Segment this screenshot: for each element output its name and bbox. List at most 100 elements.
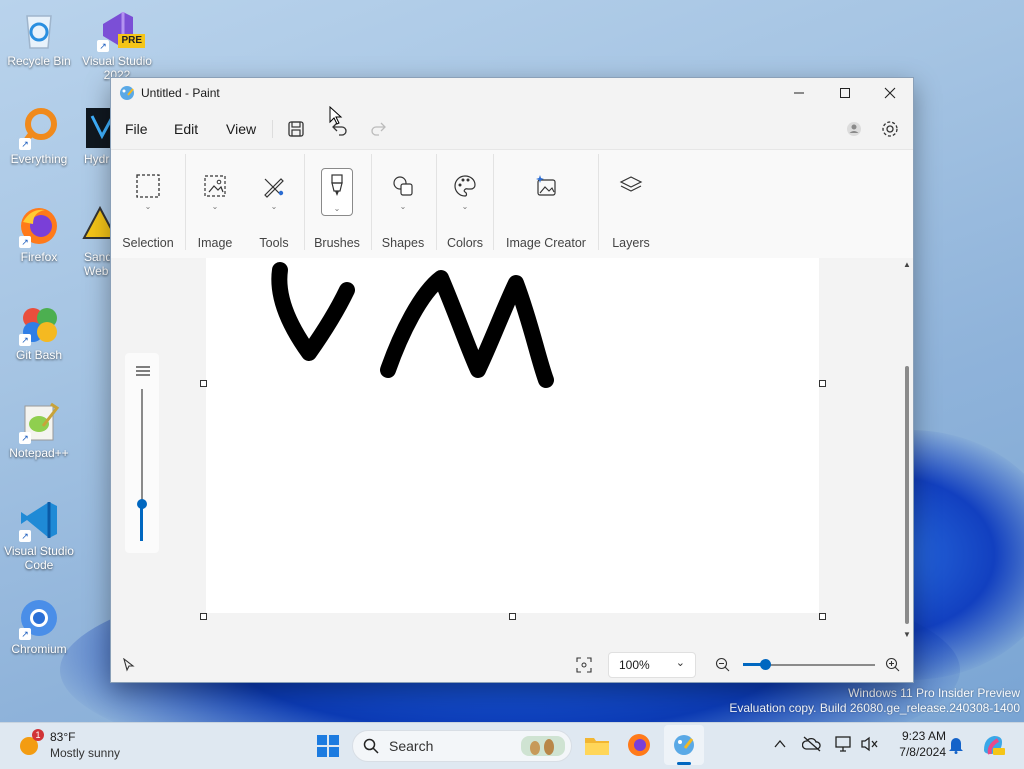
zoom-slider-thumb[interactable]	[760, 659, 771, 670]
scroll-thumb[interactable]	[905, 366, 909, 624]
drawing-canvas[interactable]	[206, 258, 819, 613]
ribbon-group-brushes[interactable]: ⌄ Brushes	[305, 150, 369, 258]
shortcut-arrow-icon: ↗	[97, 40, 109, 52]
desktop-icon-notepad-plus-plus[interactable]: ↗ Notepad++	[0, 400, 78, 460]
desktop-icon-hydra[interactable]: Hydr	[78, 106, 112, 166]
windows-start-icon[interactable]	[316, 734, 340, 761]
account-icon[interactable]	[843, 118, 865, 140]
ribbon-group-image[interactable]: ⌄ Image	[186, 150, 244, 258]
copilot-icon[interactable]	[980, 732, 1006, 761]
active-app-indicator	[677, 762, 691, 765]
color-palette-icon	[451, 172, 479, 200]
selection-rectangle-icon	[134, 172, 162, 200]
desktop-icon-vscode[interactable]: ↗ Visual Studio Code	[0, 498, 78, 572]
chevron-down-icon: ⌄	[461, 202, 469, 211]
scroll-down-arrow[interactable]: ▼	[903, 630, 911, 639]
desktop-icon-sandbox[interactable]: Sand Web	[78, 204, 112, 278]
clock[interactable]: 9:23 AM 7/8/2024	[888, 728, 946, 760]
save-icon[interactable]	[285, 118, 307, 140]
shortcut-arrow-icon: ↗	[19, 628, 31, 640]
menu-separator	[272, 120, 273, 138]
desktop-icon-recycle-bin[interactable]: Recycle Bin	[0, 8, 78, 68]
ribbon-label-layers: Layers	[612, 236, 650, 250]
ribbon-group-tools[interactable]: ⌄ Tools	[244, 150, 304, 258]
resize-handle[interactable]	[819, 380, 826, 387]
ribbon-group-shapes[interactable]: ⌄ Shapes	[372, 150, 434, 258]
zoom-select[interactable]: 100% ⌄	[608, 652, 696, 678]
menu-edit[interactable]: Edit	[174, 121, 198, 137]
sandbox-icon	[78, 204, 112, 248]
desktop-icon-chromium[interactable]: ↗ Chromium	[0, 596, 78, 656]
ribbon-group-image-creator[interactable]: Image Creator	[494, 150, 598, 258]
notification-bell-icon[interactable]	[948, 736, 964, 757]
resize-handle[interactable]	[509, 613, 516, 620]
desktop-icon-label: Sand Web	[84, 250, 112, 278]
ribbon-group-layers[interactable]: Layers	[599, 150, 663, 258]
network-icon[interactable]	[835, 736, 853, 755]
desktop-icon-everything[interactable]: ↗ Everything	[0, 106, 78, 166]
fit-to-window-icon[interactable]	[576, 657, 592, 676]
desktop-icon-visual-studio[interactable]: ↗ PRE Visual Studio 2022	[78, 8, 156, 82]
desktop-icon-label: Git Bash	[15, 348, 63, 362]
image-creator-sparkle-icon	[532, 172, 560, 200]
close-button[interactable]	[867, 78, 913, 108]
pencil-tools-icon	[260, 172, 288, 200]
weather-condition: Mostly sunny	[50, 746, 121, 760]
brush-icon	[323, 172, 351, 200]
zoom-value: 100%	[619, 658, 650, 672]
stroke-v	[271, 262, 355, 361]
chevron-up-icon[interactable]	[774, 738, 786, 752]
search-icon	[363, 738, 379, 757]
brush-size-slider[interactable]	[125, 353, 159, 553]
desktop-icon-label: Recycle Bin	[7, 54, 71, 68]
firefox-taskbar-icon[interactable]	[627, 733, 651, 760]
cursor-position-icon	[123, 657, 135, 675]
brush-size-lines-icon	[135, 365, 151, 380]
settings-gear-icon[interactable]	[879, 118, 901, 140]
shortcut-arrow-icon: ↗	[19, 236, 31, 248]
resize-handle[interactable]	[200, 613, 207, 620]
shapes-icon	[389, 172, 417, 200]
taskbar: 1 83°F Mostly sunny Search 9:23 AM 7/8/2…	[0, 722, 1024, 769]
zoom-slider[interactable]	[743, 659, 875, 671]
slider-track	[141, 389, 143, 501]
maximize-button[interactable]	[822, 78, 868, 108]
ribbon-label-shapes: Shapes	[381, 236, 425, 250]
git-bash-icon: ↗	[17, 302, 61, 346]
ribbon-group-selection[interactable]: ⌄ Selection	[111, 150, 185, 258]
scroll-up-arrow[interactable]: ▲	[903, 260, 911, 269]
zoom-out-icon[interactable]	[715, 657, 731, 676]
taskbar-search-box[interactable]: Search	[352, 730, 572, 762]
ribbon-group-colors[interactable]: ⌄ Colors	[437, 150, 493, 258]
windows-watermark-line2: Evaluation copy. Build 26080.ge_release.…	[729, 701, 1020, 715]
resize-handle[interactable]	[819, 613, 826, 620]
status-bar: 100% ⌄	[111, 648, 913, 682]
redo-icon[interactable]	[368, 118, 390, 140]
ribbon-label-image-creator: Image Creator	[506, 236, 586, 250]
title-bar[interactable]: Untitled - Paint	[111, 78, 913, 108]
volume-muted-icon[interactable]	[860, 736, 878, 755]
menu-file[interactable]: File	[125, 121, 148, 137]
stroke-m	[380, 270, 554, 388]
clock-time: 9:23 AM	[901, 729, 946, 743]
desktop-icon-git-bash[interactable]: ↗ Git Bash	[0, 302, 78, 362]
desktop-icon-label: Firefox	[20, 250, 58, 264]
firefox-icon: ↗	[17, 204, 61, 248]
zoom-in-icon[interactable]	[885, 657, 901, 676]
resize-handle[interactable]	[200, 380, 207, 387]
slider-thumb[interactable]	[137, 499, 147, 509]
menu-view[interactable]: View	[226, 121, 256, 137]
paint-taskbar-button[interactable]	[664, 725, 704, 765]
ribbon-label-image: Image	[197, 236, 233, 250]
window-title: Untitled - Paint	[141, 86, 220, 100]
vertical-scrollbar[interactable]: ▲ ▼	[903, 258, 911, 646]
layers-icon	[617, 172, 645, 200]
onedrive-offline-icon[interactable]	[801, 736, 822, 755]
minimize-button[interactable]	[776, 78, 822, 108]
weather-widget[interactable]: 1 83°F Mostly sunny	[18, 729, 138, 763]
weather-alert-badge: 1	[32, 729, 44, 741]
brush-strokes	[271, 262, 554, 388]
mouse-cursor-icon	[329, 105, 343, 129]
file-explorer-icon[interactable]	[584, 733, 610, 760]
desktop-icon-firefox[interactable]: ↗ Firefox	[0, 204, 78, 264]
